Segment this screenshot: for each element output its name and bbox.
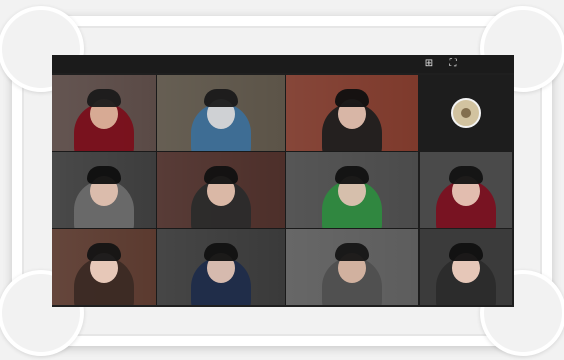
- participant-video-grid: [52, 75, 418, 305]
- fullscreen-icon[interactable]: ⛶: [446, 58, 460, 70]
- participant-video-tile[interactable]: [52, 152, 156, 228]
- participant-video-tile[interactable]: [157, 75, 285, 151]
- screenshot-frame: ⊞ ⛶: [0, 0, 564, 360]
- participant-video-tile[interactable]: [157, 229, 285, 305]
- participant-hair: [87, 243, 121, 261]
- participant-hair: [204, 166, 238, 184]
- participant-hair: [335, 89, 369, 107]
- participant-hair: [335, 243, 369, 261]
- participant-video-tile[interactable]: [286, 75, 418, 151]
- topbar-icons: ⊞ ⛶: [422, 58, 460, 70]
- grid-view-icon[interactable]: ⊞: [422, 58, 436, 70]
- avatar: [451, 98, 481, 128]
- participant-video-tile[interactable]: [52, 75, 156, 151]
- participant-hair: [449, 243, 483, 261]
- participant-video-tile[interactable]: [157, 152, 285, 228]
- participant-hair: [204, 243, 238, 261]
- right-participant-video-tile[interactable]: [420, 152, 512, 228]
- participant-video-tile[interactable]: [52, 229, 156, 305]
- participant-hair: [87, 166, 121, 184]
- participant-hair: [449, 166, 483, 184]
- participant-video-tile[interactable]: [286, 229, 418, 305]
- self-avatar-tile[interactable]: [418, 75, 514, 151]
- participant-video-tile[interactable]: [286, 152, 418, 228]
- call-topbar: ⊞ ⛶: [52, 55, 514, 73]
- video-call-window: ⊞ ⛶: [52, 55, 514, 307]
- participant-hair: [204, 89, 238, 107]
- right-participant-video-tile[interactable]: [420, 229, 512, 305]
- participant-hair: [87, 89, 121, 107]
- right-participant-column: [418, 75, 514, 305]
- participant-hair: [335, 166, 369, 184]
